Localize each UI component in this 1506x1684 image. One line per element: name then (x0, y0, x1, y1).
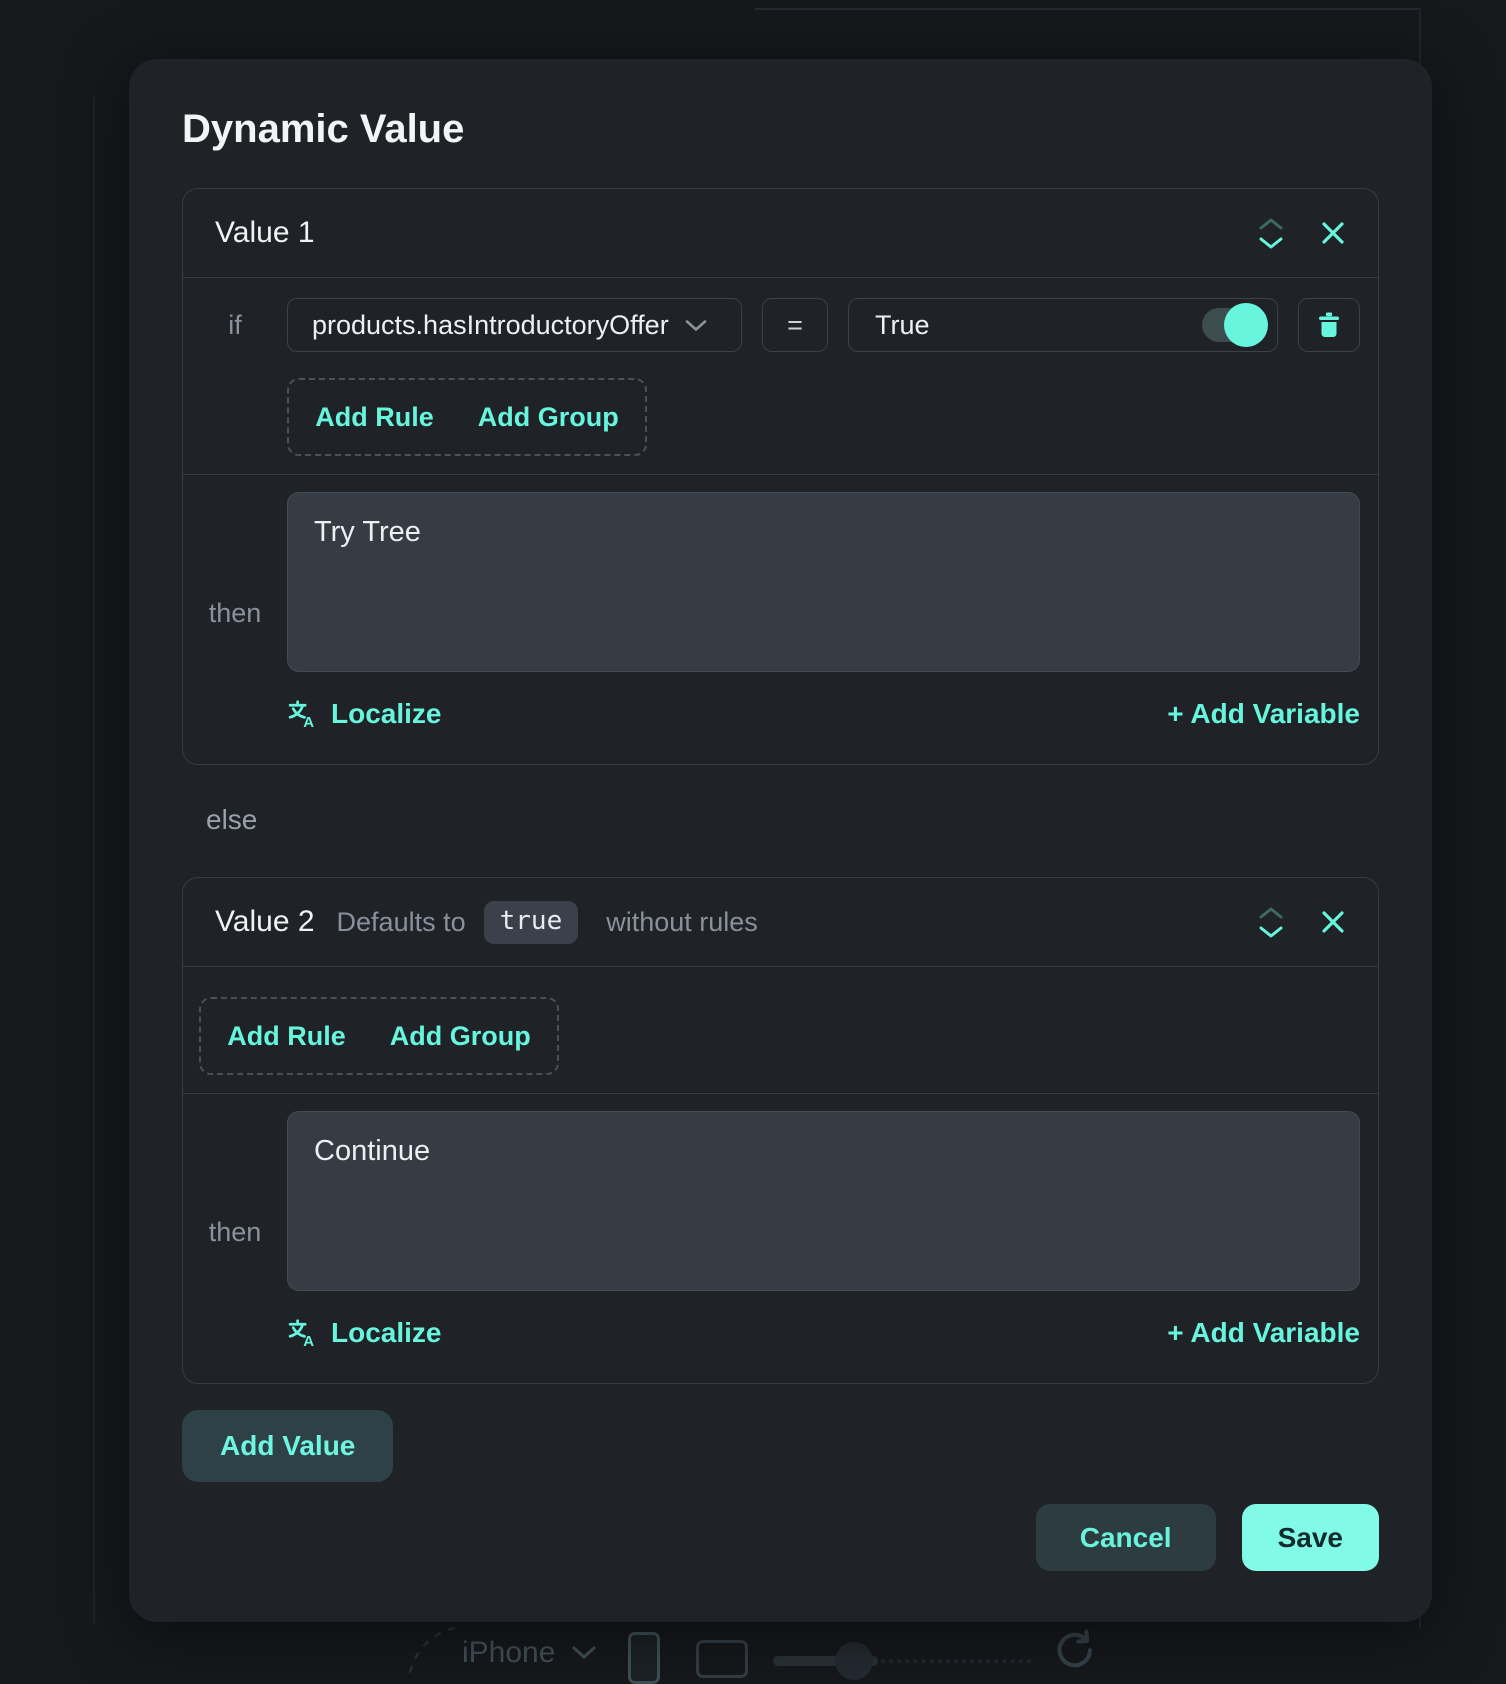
slider-knob[interactable] (835, 1642, 873, 1680)
value-1-header: Value 1 (183, 189, 1378, 278)
then-value-textarea[interactable]: Try Tree (287, 492, 1360, 672)
device-label: iPhone (462, 1636, 555, 1670)
refresh-icon[interactable] (1052, 1628, 1094, 1673)
localize-row: A Localize + Add Variable (287, 1317, 1360, 1349)
condition-field-dropdown[interactable]: products.hasIntroductoryOffer (287, 298, 742, 352)
svg-text:A: A (303, 1333, 314, 1348)
reorder-up-chevron-icon (1258, 217, 1284, 230)
value-card-1: Value 1 if (182, 188, 1379, 765)
remove-value-button[interactable] (1320, 220, 1346, 246)
background-panel-left-edge (93, 97, 95, 1625)
value-2-header: Value 2 Defaults to true without rules (183, 878, 1378, 967)
reorder-control[interactable] (1258, 906, 1284, 939)
boolean-toggle[interactable] (1202, 308, 1263, 342)
reorder-up-chevron-icon (1258, 906, 1284, 919)
localize-button[interactable]: A Localize (287, 698, 441, 730)
page-title: Dynamic Value (182, 105, 1379, 153)
localize-row: A Localize + Add Variable (287, 698, 1360, 730)
then-section: then Try Tree A Localize + Add V (183, 475, 1378, 764)
value-name: Value 2 (215, 905, 315, 939)
dynamic-value-modal: Dynamic Value Value 1 (129, 59, 1432, 1622)
add-group-button[interactable]: Add Group (478, 402, 619, 433)
default-value-chip: true (484, 901, 579, 944)
portrait-orientation-icon[interactable] (628, 1632, 660, 1684)
operator-box[interactable]: = (762, 298, 828, 352)
localize-label: Localize (331, 698, 441, 730)
add-variable-button[interactable]: + Add Variable (1167, 1317, 1360, 1349)
svg-text:A: A (303, 714, 314, 729)
device-selector[interactable]: iPhone (462, 1636, 597, 1670)
add-rule-group-box: Add Rule Add Group (287, 378, 647, 456)
header-controls (1258, 906, 1346, 939)
localize-button[interactable]: A Localize (287, 1317, 441, 1349)
header-controls (1258, 217, 1346, 250)
operator-value: = (787, 310, 803, 341)
localize-label: Localize (331, 1317, 441, 1349)
then-label: then (183, 1111, 287, 1383)
rules-section: Add Rule Add Group (183, 967, 1378, 1093)
save-button[interactable]: Save (1242, 1504, 1379, 1571)
slider-track-dotted (881, 1659, 1031, 1663)
close-icon (1320, 909, 1346, 935)
translate-icon: A (287, 1318, 317, 1348)
then-section: then Continue A Localize + Add V (183, 1094, 1378, 1383)
trash-icon (1314, 310, 1344, 340)
condition-field-value: products.hasIntroductoryOffer (312, 310, 669, 341)
then-value-textarea[interactable]: Continue (287, 1111, 1360, 1291)
add-variable-button[interactable]: + Add Variable (1167, 698, 1360, 730)
defaults-prefix: Defaults to (337, 907, 466, 938)
condition-value: True (875, 310, 930, 341)
if-label: if (183, 298, 287, 456)
reorder-control[interactable] (1258, 217, 1284, 250)
dropdown-chevron-icon (685, 319, 707, 332)
condition-row: products.hasIntroductoryOffer = True (287, 298, 1360, 352)
then-label: then (183, 492, 287, 764)
toggle-knob (1224, 303, 1268, 347)
condition-value-field[interactable]: True (848, 298, 1278, 352)
remove-value-button[interactable] (1320, 909, 1346, 935)
translate-icon: A (287, 699, 317, 729)
add-group-button[interactable]: Add Group (390, 1021, 531, 1052)
reorder-down-chevron-icon (1258, 237, 1284, 250)
if-section: if products.hasIntroductoryOffer = True (183, 278, 1378, 474)
delete-rule-button[interactable] (1298, 298, 1360, 352)
landscape-orientation-icon[interactable] (696, 1640, 748, 1678)
modal-footer: Cancel Save (182, 1504, 1379, 1571)
cancel-button[interactable]: Cancel (1036, 1504, 1216, 1571)
zoom-slider[interactable] (773, 1642, 1033, 1680)
add-rule-group-box: Add Rule Add Group (199, 997, 559, 1075)
value-name: Value 1 (215, 216, 315, 250)
close-icon (1320, 220, 1346, 246)
background-panel-top-edge (755, 8, 1419, 10)
chevron-down-icon (571, 1645, 597, 1661)
else-label: else (206, 803, 1379, 837)
defaults-suffix: without rules (606, 907, 758, 938)
add-rule-button[interactable]: Add Rule (227, 1021, 346, 1052)
value-card-2: Value 2 Defaults to true without rules (182, 877, 1379, 1384)
reorder-down-chevron-icon (1258, 926, 1284, 939)
add-value-button[interactable]: Add Value (182, 1410, 393, 1482)
add-rule-button[interactable]: Add Rule (315, 402, 434, 433)
preview-toolbar: iPhone (0, 1628, 1506, 1682)
